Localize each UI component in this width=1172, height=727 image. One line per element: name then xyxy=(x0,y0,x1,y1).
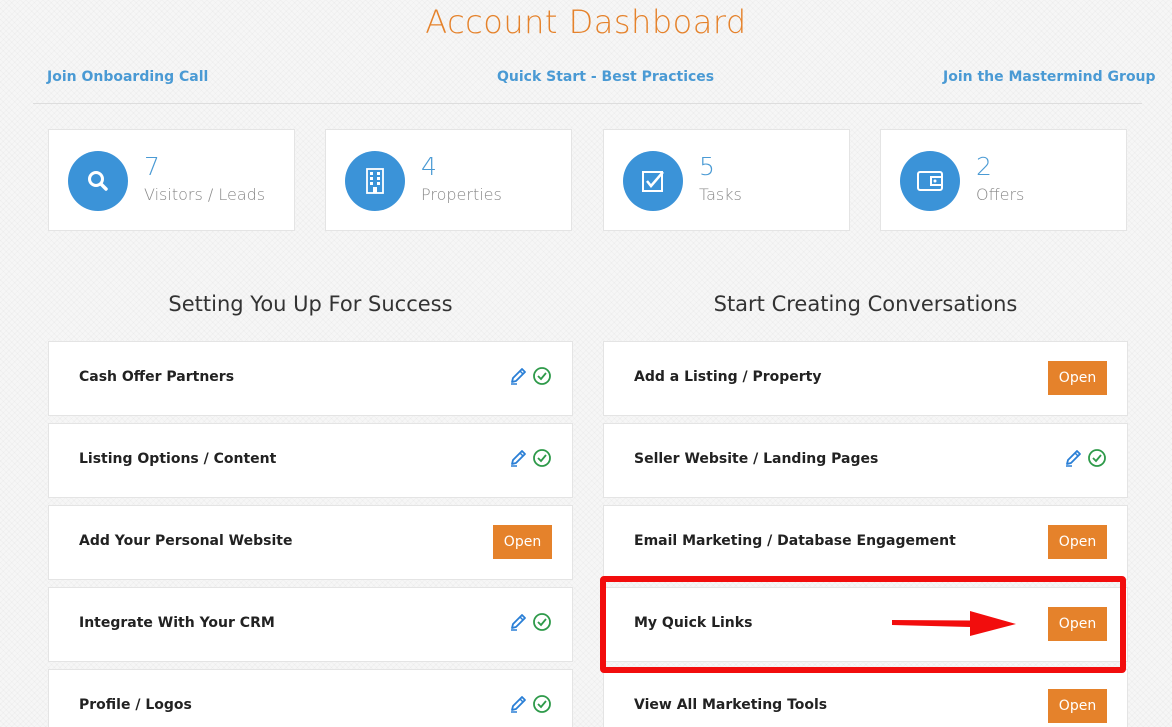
open-button[interactable]: Open xyxy=(493,525,552,559)
task-card-seller-website[interactable]: Seller Website / Landing Pages xyxy=(603,423,1128,498)
pencil-icon[interactable] xyxy=(508,366,528,386)
task-label: Listing Options / Content xyxy=(79,451,277,467)
check-circle-icon xyxy=(533,367,551,385)
open-button[interactable]: Open xyxy=(1048,361,1107,395)
task-label: Email Marketing / Database Engagement xyxy=(634,533,956,549)
task-label: Seller Website / Landing Pages xyxy=(634,451,879,467)
stat-label: Offers xyxy=(976,185,1025,204)
stat-card-visitors[interactable]: 7 Visitors / Leads xyxy=(48,129,295,231)
task-card-listing-options[interactable]: Listing Options / Content xyxy=(48,423,573,498)
pencil-icon[interactable] xyxy=(1063,448,1083,468)
highlight-box xyxy=(600,576,1126,673)
stat-number: 4 xyxy=(421,152,437,181)
quick-start-link[interactable]: Quick Start - Best Practices xyxy=(497,69,714,85)
stat-card-tasks[interactable]: 5 Tasks xyxy=(603,129,850,231)
stat-number: 7 xyxy=(144,152,160,181)
task-card-personal-website[interactable]: Add Your Personal Website Open xyxy=(48,505,573,580)
task-card-profile-logos[interactable]: Profile / Logos xyxy=(48,669,573,727)
pencil-icon[interactable] xyxy=(508,612,528,632)
task-label: Profile / Logos xyxy=(79,697,192,713)
task-card-add-listing[interactable]: Add a Listing / Property Open xyxy=(603,341,1128,416)
stat-label: Visitors / Leads xyxy=(144,185,266,204)
check-circle-icon xyxy=(533,695,551,713)
right-section-heading: Start Creating Conversations xyxy=(713,292,1018,316)
stat-number: 2 xyxy=(976,152,992,181)
task-label: Add Your Personal Website xyxy=(79,533,293,549)
check-circle-icon xyxy=(533,449,551,467)
open-button[interactable]: Open xyxy=(1048,525,1107,559)
stat-number: 5 xyxy=(699,152,715,181)
stat-card-offers[interactable]: 2 Offers xyxy=(880,129,1127,231)
task-card-cash-offer-partners[interactable]: Cash Offer Partners xyxy=(48,341,573,416)
task-card-integrate-crm[interactable]: Integrate With Your CRM xyxy=(48,587,573,662)
stat-label: Tasks xyxy=(699,185,742,204)
stat-card-properties[interactable]: 4 Properties xyxy=(325,129,572,231)
check-circle-icon xyxy=(1088,449,1106,467)
red-arrow-icon xyxy=(892,611,1016,636)
wallet-icon xyxy=(900,151,960,211)
task-label: View All Marketing Tools xyxy=(634,697,828,713)
stat-label: Properties xyxy=(421,185,502,204)
join-onboarding-call-link[interactable]: Join Onboarding Call xyxy=(47,69,208,85)
open-button[interactable]: Open xyxy=(1048,689,1107,723)
header-divider xyxy=(33,103,1142,104)
task-label: Cash Offer Partners xyxy=(79,369,235,385)
check-circle-icon xyxy=(533,613,551,631)
building-icon xyxy=(345,151,405,211)
join-mastermind-link[interactable]: Join the Mastermind Group xyxy=(943,69,1156,85)
task-label: Add a Listing / Property xyxy=(634,369,822,385)
task-label: Integrate With Your CRM xyxy=(79,615,275,631)
checkbox-icon xyxy=(623,151,683,211)
search-icon xyxy=(68,151,128,211)
left-section-heading: Setting You Up For Success xyxy=(168,292,453,316)
pencil-icon[interactable] xyxy=(508,448,528,468)
task-card-email-marketing[interactable]: Email Marketing / Database Engagement Op… xyxy=(603,505,1128,580)
task-card-marketing-tools[interactable]: View All Marketing Tools Open xyxy=(603,669,1128,727)
page-title: Account Dashboard xyxy=(425,3,747,41)
pencil-icon[interactable] xyxy=(508,694,528,714)
